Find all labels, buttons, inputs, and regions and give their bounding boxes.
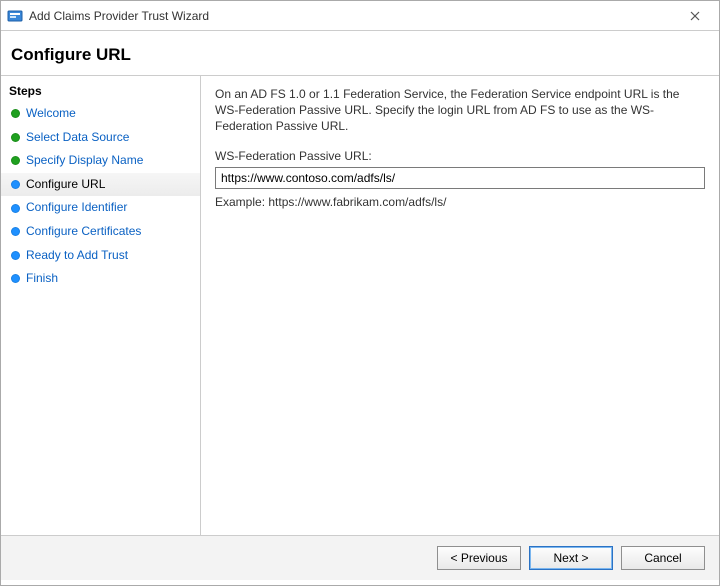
bullet-icon <box>11 204 20 213</box>
bullet-icon <box>11 156 20 165</box>
bullet-icon <box>11 109 20 118</box>
steps-sidebar: Steps Welcome Select Data Source Specify… <box>1 76 201 535</box>
step-select-data-source[interactable]: Select Data Source <box>1 126 200 150</box>
cancel-button[interactable]: Cancel <box>621 546 705 570</box>
app-icon <box>7 8 23 24</box>
previous-button[interactable]: < Previous <box>437 546 521 570</box>
step-specify-display-name[interactable]: Specify Display Name <box>1 149 200 173</box>
step-configure-certificates[interactable]: Configure Certificates <box>1 220 200 244</box>
step-configure-identifier[interactable]: Configure Identifier <box>1 196 200 220</box>
ws-federation-url-input[interactable] <box>215 167 705 189</box>
url-field-label: WS-Federation Passive URL: <box>215 149 705 163</box>
step-label: Welcome <box>26 106 76 122</box>
step-label: Finish <box>26 271 58 287</box>
window-title: Add Claims Provider Trust Wizard <box>29 9 675 23</box>
step-label: Configure Identifier <box>26 200 127 216</box>
step-label: Configure URL <box>26 177 105 193</box>
sidebar-title: Steps <box>1 82 200 102</box>
close-button[interactable] <box>675 2 715 30</box>
step-label: Specify Display Name <box>26 153 143 169</box>
description-text: On an AD FS 1.0 or 1.1 Federation Servic… <box>215 86 705 135</box>
bullet-icon <box>11 180 20 189</box>
step-finish[interactable]: Finish <box>1 267 200 291</box>
page-header: Configure URL <box>1 31 719 76</box>
titlebar: Add Claims Provider Trust Wizard <box>1 1 719 31</box>
step-label: Select Data Source <box>26 130 129 146</box>
bullet-icon <box>11 227 20 236</box>
step-ready-to-add-trust[interactable]: Ready to Add Trust <box>1 244 200 268</box>
bullet-icon <box>11 133 20 142</box>
step-welcome[interactable]: Welcome <box>1 102 200 126</box>
page-title: Configure URL <box>11 45 709 65</box>
bullet-icon <box>11 274 20 283</box>
step-label: Configure Certificates <box>26 224 141 240</box>
close-icon <box>690 11 700 21</box>
bullet-icon <box>11 251 20 260</box>
main-content: On an AD FS 1.0 or 1.1 Federation Servic… <box>201 76 719 535</box>
wizard-footer: < Previous Next > Cancel <box>1 535 719 580</box>
next-button[interactable]: Next > <box>529 546 613 570</box>
step-label: Ready to Add Trust <box>26 248 128 264</box>
step-configure-url[interactable]: Configure URL <box>1 173 200 197</box>
example-text: Example: https://www.fabrikam.com/adfs/l… <box>215 195 705 209</box>
